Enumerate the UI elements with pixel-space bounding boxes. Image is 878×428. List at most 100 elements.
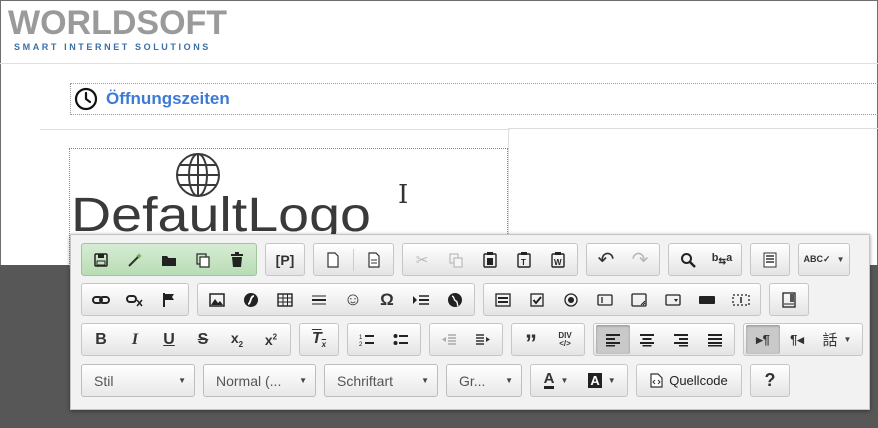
- form-icon[interactable]: [486, 285, 520, 314]
- opening-hours-section[interactable]: Öffnungszeiten: [70, 83, 878, 115]
- iframe-globe-icon[interactable]: [438, 285, 472, 314]
- find-group: b⇆a: [668, 243, 742, 276]
- select-all-group: [750, 243, 790, 276]
- source-code-button[interactable]: Quellcode: [639, 366, 739, 395]
- special-char-icon[interactable]: Ω: [370, 285, 404, 314]
- preview-icon[interactable]: [357, 245, 391, 274]
- search-icon[interactable]: [671, 245, 705, 274]
- strikethrough-icon[interactable]: S: [186, 325, 220, 354]
- language-icon[interactable]: 話 ▼: [814, 325, 860, 354]
- align-justify-icon[interactable]: [698, 325, 732, 354]
- replace-icon[interactable]: b⇆a: [705, 245, 739, 274]
- chevron-down-icon: ▼: [505, 376, 513, 385]
- font-combo[interactable]: Schriftart ▼: [324, 364, 438, 397]
- help-group: ?: [750, 364, 790, 397]
- form-group: [483, 283, 761, 316]
- separator: [353, 248, 354, 271]
- clock-icon: [74, 87, 98, 111]
- insert-group: ☺ Ω: [197, 283, 475, 316]
- table-icon[interactable]: [268, 285, 302, 314]
- scrollbar-group: [769, 283, 809, 316]
- div-container-icon[interactable]: DIV </>: [548, 325, 582, 354]
- image-icon[interactable]: [200, 285, 234, 314]
- save-icon[interactable]: [84, 245, 118, 274]
- outdent-icon[interactable]: [432, 325, 466, 354]
- smiley-icon[interactable]: ☺: [336, 285, 370, 314]
- bullet-list-icon[interactable]: [384, 325, 418, 354]
- default-logo-text: DefaultLogo: [71, 189, 371, 235]
- textarea-icon[interactable]: [622, 285, 656, 314]
- paste-text-icon[interactable]: T: [507, 245, 541, 274]
- trash-icon[interactable]: [220, 245, 254, 274]
- document-group: [81, 243, 257, 276]
- anchor-flag-icon[interactable]: [152, 285, 186, 314]
- default-logo-image[interactable]: DefaultLogo: [71, 150, 381, 235]
- size-combo[interactable]: Gr... ▼: [446, 364, 522, 397]
- indent-icon[interactable]: [466, 325, 500, 354]
- text-direction-rtl-icon[interactable]: ¶◂: [780, 325, 814, 354]
- toolbar-row-3: B I U S x2 x2 Tx 12 ” DIV </> ▸¶ ¶◂ 話 ▼: [81, 322, 871, 357]
- select-all-icon[interactable]: [753, 245, 787, 274]
- brand-tagline: SMART INTERNET SOLUTIONS: [14, 42, 211, 52]
- toolbar-row-4: Stil ▼ Normal (... ▼ Schriftart ▼ Gr... ▼ A ▼…: [81, 363, 798, 398]
- format-combo[interactable]: Normal (... ▼: [203, 364, 316, 397]
- button-field-icon[interactable]: [690, 285, 724, 314]
- superscript-icon[interactable]: x2: [254, 325, 288, 354]
- numbered-list-icon[interactable]: 12: [350, 325, 384, 354]
- brand-logo[interactable]: WORLDSOFT SMART INTERNET SOLUTIONS: [8, 6, 248, 58]
- checkbox-icon[interactable]: [520, 285, 554, 314]
- history-group: ↶ ↷: [586, 243, 660, 276]
- svg-text:2: 2: [359, 342, 363, 347]
- undo-icon[interactable]: ↶: [589, 245, 623, 274]
- horizontal-rule-icon[interactable]: [302, 285, 336, 314]
- help-label: ?: [764, 370, 776, 390]
- align-center-icon[interactable]: [630, 325, 664, 354]
- underline-icon[interactable]: U: [152, 325, 186, 354]
- subscript-icon[interactable]: x2: [220, 325, 254, 354]
- italic-icon[interactable]: I: [118, 325, 152, 354]
- opening-hours-title[interactable]: Öffnungszeiten: [106, 89, 230, 109]
- cut-icon[interactable]: ✂: [405, 245, 439, 274]
- source-code-label: Quellcode: [669, 373, 728, 388]
- toolbar-row-2: ☺ Ω: [81, 282, 817, 317]
- hidden-field-icon[interactable]: [724, 285, 758, 314]
- block-group: ” DIV </>: [511, 323, 585, 356]
- help-button[interactable]: ?: [753, 366, 787, 395]
- text-direction-ltr-icon[interactable]: ▸¶: [746, 325, 780, 354]
- blockquote-icon[interactable]: ”: [514, 325, 548, 356]
- folder-icon[interactable]: [152, 245, 186, 274]
- page-break-icon[interactable]: [404, 285, 438, 314]
- brand-name: WORLDSOFT: [8, 4, 228, 42]
- basic-styles-group: B I U S x2 x2: [81, 323, 291, 356]
- unlink-icon[interactable]: [118, 285, 152, 314]
- link-icon[interactable]: [84, 285, 118, 314]
- list-group: 12: [347, 323, 421, 356]
- radio-icon[interactable]: [554, 285, 588, 314]
- remove-format-icon[interactable]: Tx: [302, 325, 336, 354]
- new-page-icon[interactable]: [316, 245, 350, 274]
- paragraph-marker-icon[interactable]: [P]: [268, 245, 302, 274]
- align-left-icon[interactable]: [596, 325, 630, 354]
- align-right-icon[interactable]: [664, 325, 698, 354]
- paste-word-icon[interactable]: W: [541, 245, 575, 274]
- text-color-icon[interactable]: A ▼: [533, 366, 579, 395]
- scrollbar-icon[interactable]: [772, 285, 806, 314]
- copy-template-icon[interactable]: [186, 245, 220, 274]
- select-field-icon[interactable]: [656, 285, 690, 314]
- textfield-icon[interactable]: [588, 285, 622, 314]
- svg-text:W: W: [554, 258, 562, 267]
- font-combo-label: Schriftart: [337, 372, 394, 389]
- color-group: A ▼ A ▼: [530, 364, 628, 397]
- style-combo[interactable]: Stil ▼: [81, 364, 195, 397]
- spellcheck-icon[interactable]: ABC✓ ▼: [801, 245, 847, 274]
- magic-wand-icon[interactable]: [118, 245, 152, 274]
- chevron-down-icon: ▼: [299, 376, 307, 385]
- chevron-down-icon: ▼: [421, 376, 429, 385]
- paste-icon[interactable]: [473, 245, 507, 274]
- flash-icon[interactable]: [234, 285, 268, 314]
- redo-icon[interactable]: ↷: [623, 245, 657, 274]
- copy-icon[interactable]: [439, 245, 473, 274]
- background-color-icon[interactable]: A ▼: [579, 366, 625, 395]
- indent-group: [429, 323, 503, 356]
- bold-icon[interactable]: B: [84, 325, 118, 354]
